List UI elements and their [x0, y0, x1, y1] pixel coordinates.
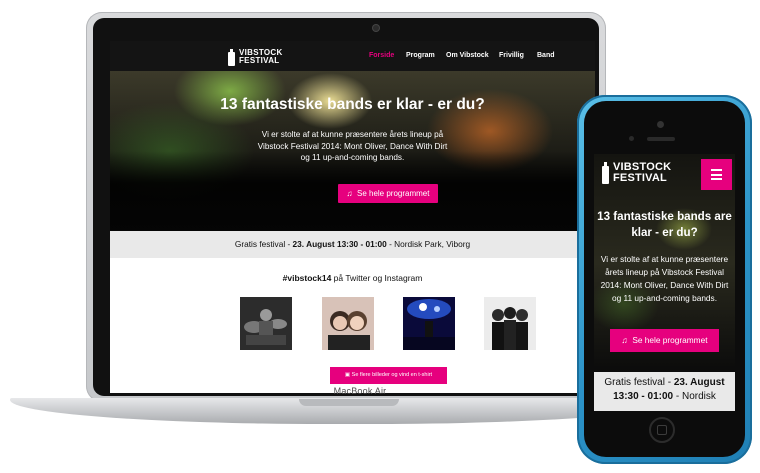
home-square-icon [657, 425, 667, 435]
drummer-photo [240, 297, 292, 350]
logo-line-2: FESTIVAL [239, 56, 280, 65]
phone-hero-text: Vi er stolte af at kunne præsentere året… [600, 254, 729, 303]
phone-hero-title: 13 fantastiske bands are klar - er du? [597, 210, 732, 239]
phone-info-location: - Nordisk [673, 391, 716, 402]
info-date: 23. August 13:30 - 01:00 [292, 239, 387, 249]
nav-forside[interactable]: Forside [369, 52, 394, 59]
hero-title: 13 fantastiske bands er klar - er du? [220, 96, 485, 113]
hamburger-line [711, 178, 722, 180]
music-note-icon: ♫ [621, 335, 628, 345]
phone-sensor [629, 136, 634, 141]
nav-program[interactable]: Program [406, 52, 435, 59]
instagram-photo-selfie[interactable] [322, 297, 374, 350]
bottle-logo-icon [228, 49, 235, 66]
laptop-screen: VIBSTOCK FESTIVAL Forside Program Om Vib… [110, 41, 595, 393]
macbook-label: MacBook Air [333, 386, 387, 396]
more-photos-label: Se flere billeder og vind en t-shirt [351, 372, 433, 378]
music-note-icon: ♫ [346, 189, 353, 198]
stage-photo [403, 297, 455, 350]
site-logo[interactable]: VIBSTOCK FESTIVAL [227, 49, 282, 66]
nav-om-vibstock[interactable]: Om Vibstock [446, 52, 489, 59]
phone-info-prefix: Gratis festival - [604, 377, 674, 388]
instagram-photo-group[interactable] [484, 297, 536, 350]
phone-program-button-label: Se hele programmet [632, 335, 708, 345]
more-photos-button[interactable]: ▣ Se flere billeder og vind en t-shirt [330, 367, 447, 384]
phone-logo-text[interactable]: VIBSTOCK FESTIVAL [613, 162, 671, 184]
hamburger-line [711, 169, 722, 171]
social-heading: #vibstock14 på Twitter og Instagram [110, 273, 595, 283]
phone-logo-line-2: FESTIVAL [613, 172, 667, 184]
laptop-camera [373, 25, 379, 31]
phone-festival-info-bar: Gratis festival - 23. August 13:30 - 01:… [594, 372, 735, 411]
site-navbar: VIBSTOCK FESTIVAL Forside Program Om Vib… [110, 41, 595, 71]
nav-frivillig[interactable]: Frivillig [499, 52, 524, 59]
selfie-photo [322, 297, 374, 350]
phone-program-button[interactable]: ♫ Se hele programmet [610, 329, 719, 352]
phone-camera [657, 121, 664, 128]
festival-info-bar: Gratis festival - 23. August 13:30 - 01:… [110, 231, 595, 258]
social-heading-rest: på Twitter og Instagram [331, 273, 423, 283]
nav-band[interactable]: Band [537, 52, 555, 59]
phone-screen: VIBSTOCK FESTIVAL 13 fantastiske bands a… [594, 154, 735, 411]
instagram-photo-stage[interactable] [403, 297, 455, 350]
info-prefix: Gratis festival - [234, 239, 293, 249]
hero-text: Vi er stolte af at kunne præsentere året… [257, 130, 448, 162]
group-photo [484, 297, 536, 350]
info-location: - Nordisk Park, Viborg [386, 239, 471, 249]
camera-icon: ▣ [344, 372, 351, 378]
program-button-label: Se hele programmet [356, 189, 430, 198]
social-hashtag[interactable]: #vibstock14 [283, 273, 332, 283]
hamburger-menu-button[interactable] [701, 159, 732, 190]
site-logo-text: VIBSTOCK FESTIVAL [239, 49, 283, 65]
phone-speaker [647, 137, 675, 141]
phone-bottle-logo-icon [602, 162, 609, 184]
instagram-photo-drummer[interactable] [240, 297, 292, 350]
hamburger-line [711, 173, 722, 176]
laptop-base-notch [299, 399, 399, 406]
program-button[interactable]: ♫ Se hele programmet [338, 184, 438, 203]
